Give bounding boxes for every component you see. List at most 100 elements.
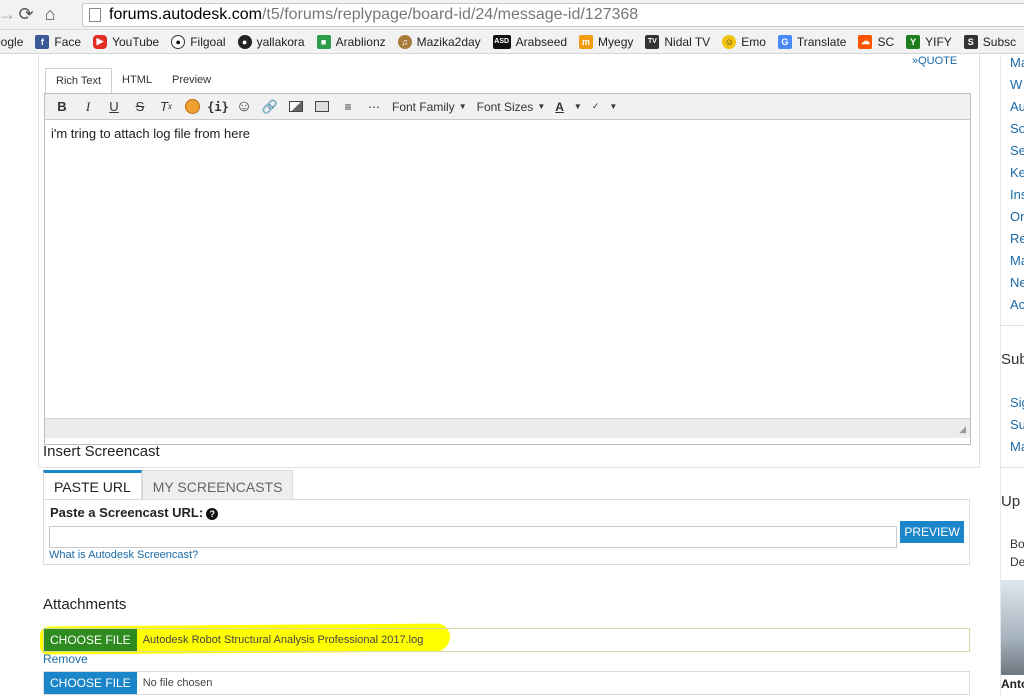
bookmark-label: Arablionz (335, 34, 386, 49)
sidebar-link[interactable]: Ins (1010, 187, 1024, 202)
choose-file-button-2[interactable]: CHOOSE FILE (44, 672, 137, 694)
bookmark-label: Mazika2day (416, 34, 481, 49)
sidebar-link[interactable]: So (1010, 121, 1024, 136)
translate-icon: G (777, 34, 792, 49)
tab-rich-text[interactable]: Rich Text (45, 68, 113, 94)
sidebar-link[interactable]: W (1010, 77, 1022, 92)
sidebar-thumbnail[interactable] (1001, 580, 1024, 675)
sidebar-link[interactable]: Su (1010, 417, 1024, 432)
forward-icon[interactable]: → (0, 3, 16, 27)
subscene-icon: S (963, 34, 978, 49)
sidebar-link[interactable]: Ma (1010, 55, 1024, 70)
smiley-icon[interactable]: ☺ (233, 97, 255, 117)
bookmark-label: Translate (796, 34, 847, 49)
emoticon-icon[interactable] (181, 97, 203, 117)
font-sizes-dropdown[interactable]: Font Sizes ▼ (474, 97, 549, 117)
soundcloud-icon: ☁ (858, 34, 873, 49)
spellcheck-dropdown[interactable]: ✓ ▼ (589, 97, 620, 117)
myegy-icon: m (579, 34, 594, 49)
quote-link[interactable]: »QUOTE (912, 55, 957, 67)
attachments-title: Attachments (43, 596, 127, 613)
link-icon[interactable]: 🔗 (259, 97, 281, 117)
image-icon[interactable] (285, 97, 307, 117)
bookmark-emo[interactable]: ☺ Emo (722, 34, 766, 49)
numbered-list-icon[interactable]: ≡ (337, 97, 359, 117)
bookmark-soundcloud[interactable]: ☁ SC (858, 34, 894, 49)
code-icon[interactable]: {i} (207, 97, 229, 117)
sidebar-link[interactable]: Ma (1010, 253, 1024, 268)
choose-file-button-1[interactable]: CHOOSE FILE (44, 629, 137, 651)
bookmark-google[interactable]: oogle (0, 35, 23, 49)
sidebar-link[interactable]: Sig (1010, 395, 1024, 410)
sidebar-link[interactable]: Au (1010, 99, 1024, 114)
sidebar-heading: Sub (1001, 351, 1024, 368)
sidebar-link[interactable]: Ke (1010, 165, 1024, 180)
address-bar[interactable]: forums.autodesk.com/t5/forums/replypage/… (82, 3, 1024, 27)
mazika-icon: ♫ (397, 34, 412, 49)
sidebar-text: De (1010, 555, 1024, 569)
bookmark-label: Subsc (982, 34, 1017, 49)
resize-grip-icon[interactable]: ◢ (959, 424, 966, 435)
sidebar-link[interactable]: Se (1010, 143, 1024, 158)
right-sidebar: Ma W Au So Se Ke Ins On Re Ma Ne Ac Sub … (1000, 55, 1024, 696)
clear-format-icon[interactable]: Tx (155, 97, 177, 117)
help-icon[interactable]: ? (206, 508, 219, 520)
screencast-url-input[interactable] (49, 526, 897, 548)
editor-content[interactable]: i'm tring to attach log file from here (45, 120, 970, 418)
bookmark-yify[interactable]: Y YIFY (906, 34, 952, 49)
bullet-list-icon[interactable]: ⋯ (363, 97, 385, 117)
what-is-screencast-link[interactable]: What is Autodesk Screencast? (49, 549, 198, 561)
page-icon (89, 8, 101, 22)
font-color-dropdown[interactable]: A ▼ (552, 97, 585, 117)
bookmark-arablionz[interactable]: ■ Arablionz (316, 34, 386, 49)
editor-tabs: Rich Text HTML Preview (45, 68, 221, 94)
facebook-icon: f (35, 34, 50, 49)
bookmark-facebook[interactable]: f Face (35, 34, 81, 49)
bold-icon[interactable]: B (51, 97, 73, 117)
bookmark-mazika2day[interactable]: ♫ Mazika2day (397, 34, 481, 49)
sidebar-link[interactable]: Ac (1010, 297, 1024, 312)
tv-icon: TV (645, 34, 660, 49)
sidebar-link[interactable]: Ma (1010, 439, 1024, 454)
sidebar-text: Bo (1010, 537, 1024, 551)
tab-my-screencasts[interactable]: MY SCREENCASTS (141, 470, 294, 500)
remove-attachment-link[interactable]: Remove (43, 652, 88, 666)
bookmark-arabseed[interactable]: ASD Arabseed (492, 34, 567, 49)
bookmark-myegy[interactable]: m Myegy (579, 34, 633, 49)
tab-preview[interactable]: Preview (162, 68, 221, 94)
smiley-icon: ☺ (722, 34, 737, 49)
no-file-chosen-label: No file chosen (142, 677, 213, 689)
italic-icon[interactable]: I (77, 97, 99, 117)
bookmark-nidal-tv[interactable]: TV Nidal TV (645, 34, 710, 49)
bookmark-youtube[interactable]: ▶ YouTube (93, 34, 159, 49)
bookmark-label: Filgoal (190, 34, 226, 49)
sidebar-link[interactable]: On (1010, 209, 1024, 224)
tab-html[interactable]: HTML (112, 68, 162, 94)
spellcheck-icon: ✓ (591, 101, 600, 111)
home-icon[interactable]: ⌂ (38, 3, 62, 27)
strikethrough-icon[interactable]: S (129, 97, 151, 117)
tab-paste-url[interactable]: PASTE URL (43, 470, 142, 500)
bookmark-label: Emo (741, 34, 766, 49)
bookmarks-bar: oogle f Face ▶ YouTube ● Filgoal ● yallakora… (0, 30, 1024, 54)
underline-icon[interactable]: U (103, 97, 125, 117)
sidebar-link[interactable]: Ne (1010, 275, 1024, 290)
reload-icon[interactable]: ⟳ (14, 3, 38, 27)
camera-icon: ■ (316, 34, 331, 49)
yify-icon: Y (906, 34, 921, 49)
url-path: /t5/forums/replypage/board-id/24/message… (261, 6, 639, 23)
bookmark-filgoal[interactable]: ● Filgoal (171, 34, 226, 49)
chevron-down-icon: ▼ (573, 102, 582, 111)
sidebar-link[interactable]: Re (1010, 231, 1024, 246)
bookmark-translate[interactable]: G Translate (777, 34, 847, 49)
video-icon[interactable] (311, 97, 333, 117)
bookmark-yallakora[interactable]: ● yallakora (237, 34, 305, 49)
font-family-label: Font Family (392, 99, 455, 114)
font-color-icon: A (555, 99, 564, 114)
preview-button[interactable]: PREVIEW (900, 521, 964, 543)
font-family-dropdown[interactable]: Font Family ▼ (389, 97, 470, 117)
attachment-row-2: CHOOSE FILE No file chosen (43, 671, 970, 695)
sidebar-heading: Up (1001, 493, 1021, 510)
chevron-down-icon: ▼ (458, 102, 467, 111)
bookmark-subscene[interactable]: S Subsc (963, 34, 1017, 49)
